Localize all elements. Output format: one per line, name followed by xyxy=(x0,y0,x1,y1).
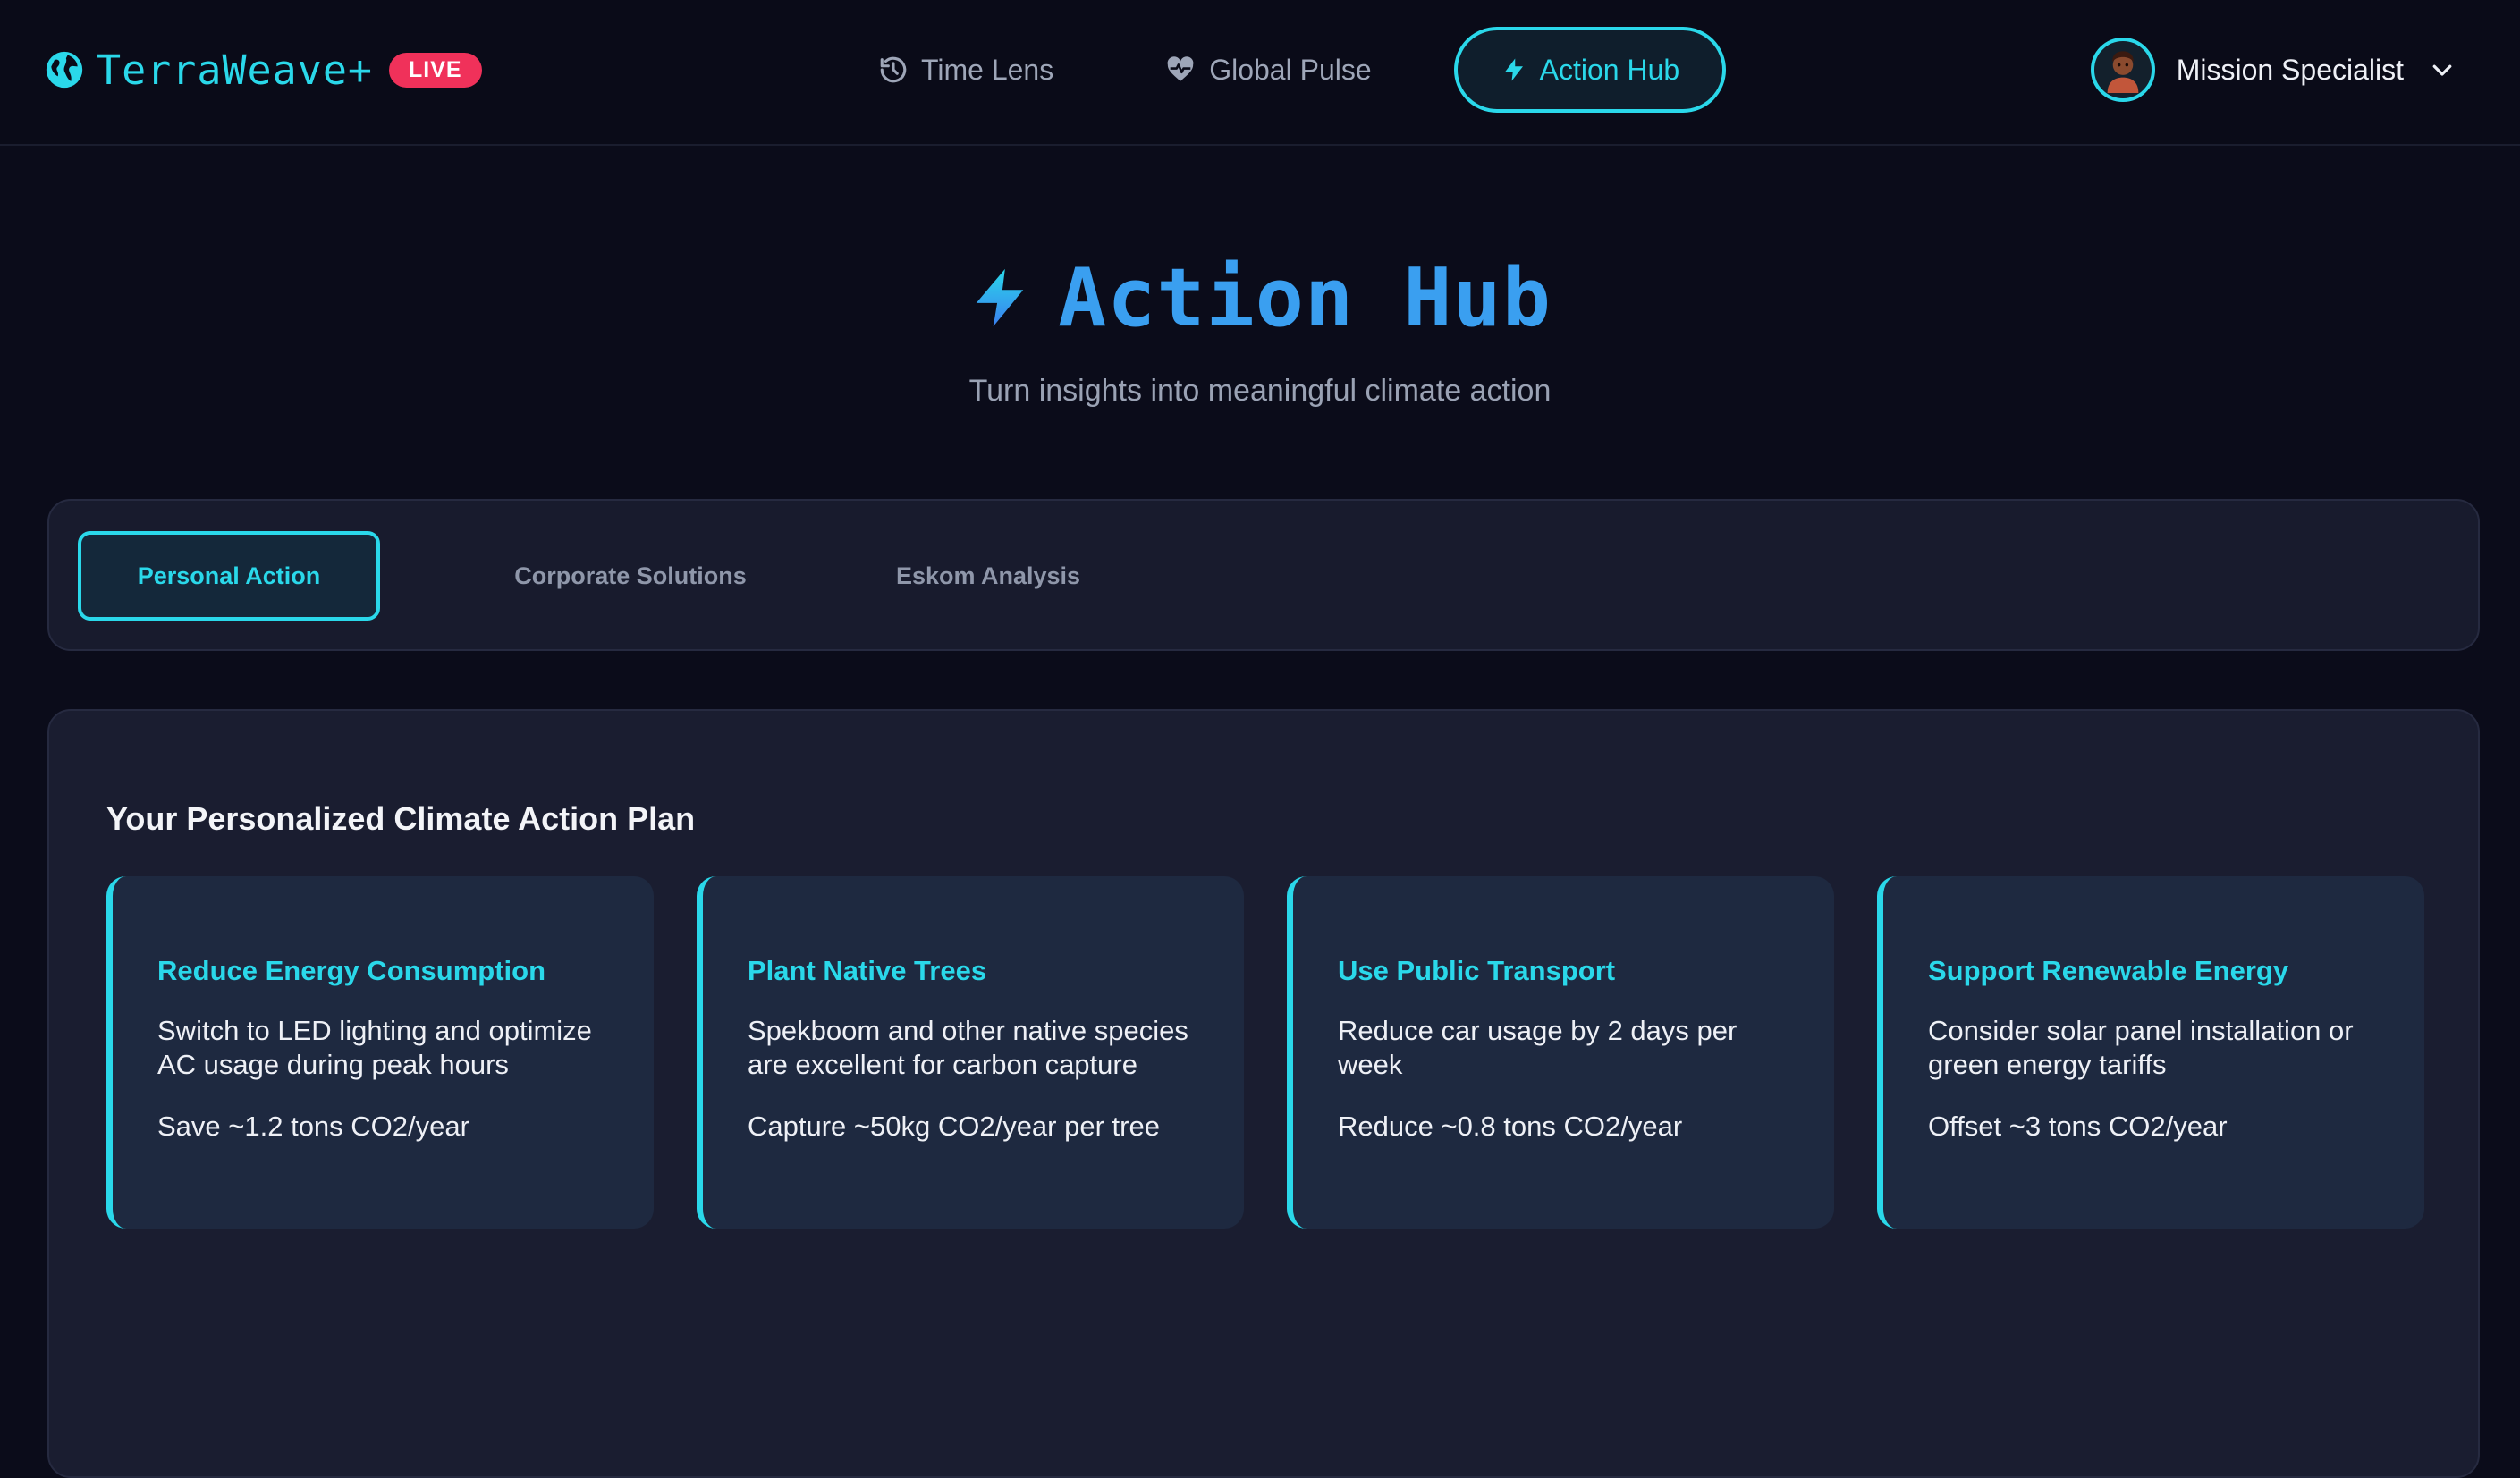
brand-name: TerraWeave+ xyxy=(97,46,374,94)
card-impact: Offset ~3 tons CO2/year xyxy=(1928,1111,2228,1142)
card-impact: Save ~1.2 tons CO2/year xyxy=(157,1111,469,1142)
user-menu[interactable]: Mission Specialist xyxy=(2090,36,2456,104)
history-icon xyxy=(880,56,907,83)
tab-label: Personal Action xyxy=(137,562,321,589)
tab-label: Eskom Analysis xyxy=(895,562,1081,589)
brand[interactable]: TerraWeave+ LIVE xyxy=(45,45,482,95)
nav-global-pulse[interactable]: Global Pulse xyxy=(1118,27,1417,113)
card-description: Reduce car usage by 2 days per week xyxy=(1338,1015,1738,1080)
card-title: Use Public Transport xyxy=(1338,955,1616,986)
page-title: Action Hub xyxy=(0,249,2520,347)
card-title: Support Renewable Energy xyxy=(1928,955,2289,986)
nav-label: Time Lens xyxy=(921,53,1054,86)
tab-corporate-solutions[interactable]: Corporate Solutions xyxy=(443,531,818,621)
section-title: Your Personalized Climate Action Plan xyxy=(106,800,696,837)
card-impact: Reduce ~0.8 tons CO2/year xyxy=(1338,1111,1683,1142)
action-card[interactable]: Use Public Transport Reduce car usage by… xyxy=(1287,876,1834,1229)
action-plan-panel: Your Personalized Climate Action Plan Re… xyxy=(47,709,2480,1478)
action-tabs: Personal Action Corporate Solutions Esko… xyxy=(47,499,2480,651)
card-title: Plant Native Trees xyxy=(748,955,987,986)
nav-label: Global Pulse xyxy=(1209,53,1372,86)
user-name: Mission Specialist xyxy=(2176,53,2404,86)
main-nav: Time Lens Global Pulse Action Hub xyxy=(832,25,1744,114)
card-description: Consider solar panel installation or gre… xyxy=(1928,1015,2354,1080)
tab-eskom-analysis[interactable]: Eskom Analysis xyxy=(836,531,1140,621)
globe-icon xyxy=(46,51,83,89)
lightning-icon xyxy=(1504,58,1523,81)
heart-pulse-icon xyxy=(1167,56,1194,81)
nav-time-lens[interactable]: Time Lens xyxy=(832,27,1100,113)
tab-label: Corporate Solutions xyxy=(514,562,747,589)
nav-label: Action Hub xyxy=(1539,53,1680,86)
card-title: Reduce Energy Consumption xyxy=(157,955,546,986)
avatar-icon xyxy=(2107,51,2139,93)
chevron-down-icon[interactable] xyxy=(2429,56,2456,83)
avatar xyxy=(2090,38,2155,102)
card-description: Switch to LED lighting and optimize AC u… xyxy=(157,1015,592,1080)
action-card[interactable]: Reduce Energy Consumption Switch to LED … xyxy=(106,876,654,1229)
tab-personal-action[interactable]: Personal Action xyxy=(78,531,380,621)
action-card[interactable]: Support Renewable Energy Consider solar … xyxy=(1877,876,2424,1229)
card-impact: Capture ~50kg CO2/year per tree xyxy=(748,1111,1160,1142)
action-card[interactable]: Plant Native Trees Spekboom and other na… xyxy=(697,876,1244,1229)
card-description: Spekboom and other native species are ex… xyxy=(748,1015,1188,1080)
top-navigation-bar: TerraWeave+ LIVE Time Lens Global Pulse … xyxy=(0,0,2520,146)
page-title-text: Action Hub xyxy=(1058,250,1552,345)
lightning-icon xyxy=(976,268,1024,327)
live-badge: LIVE xyxy=(389,52,482,88)
nav-action-hub[interactable]: Action Hub xyxy=(1453,27,1727,113)
page-subtitle: Turn insights into meaningful climate ac… xyxy=(968,374,1552,408)
